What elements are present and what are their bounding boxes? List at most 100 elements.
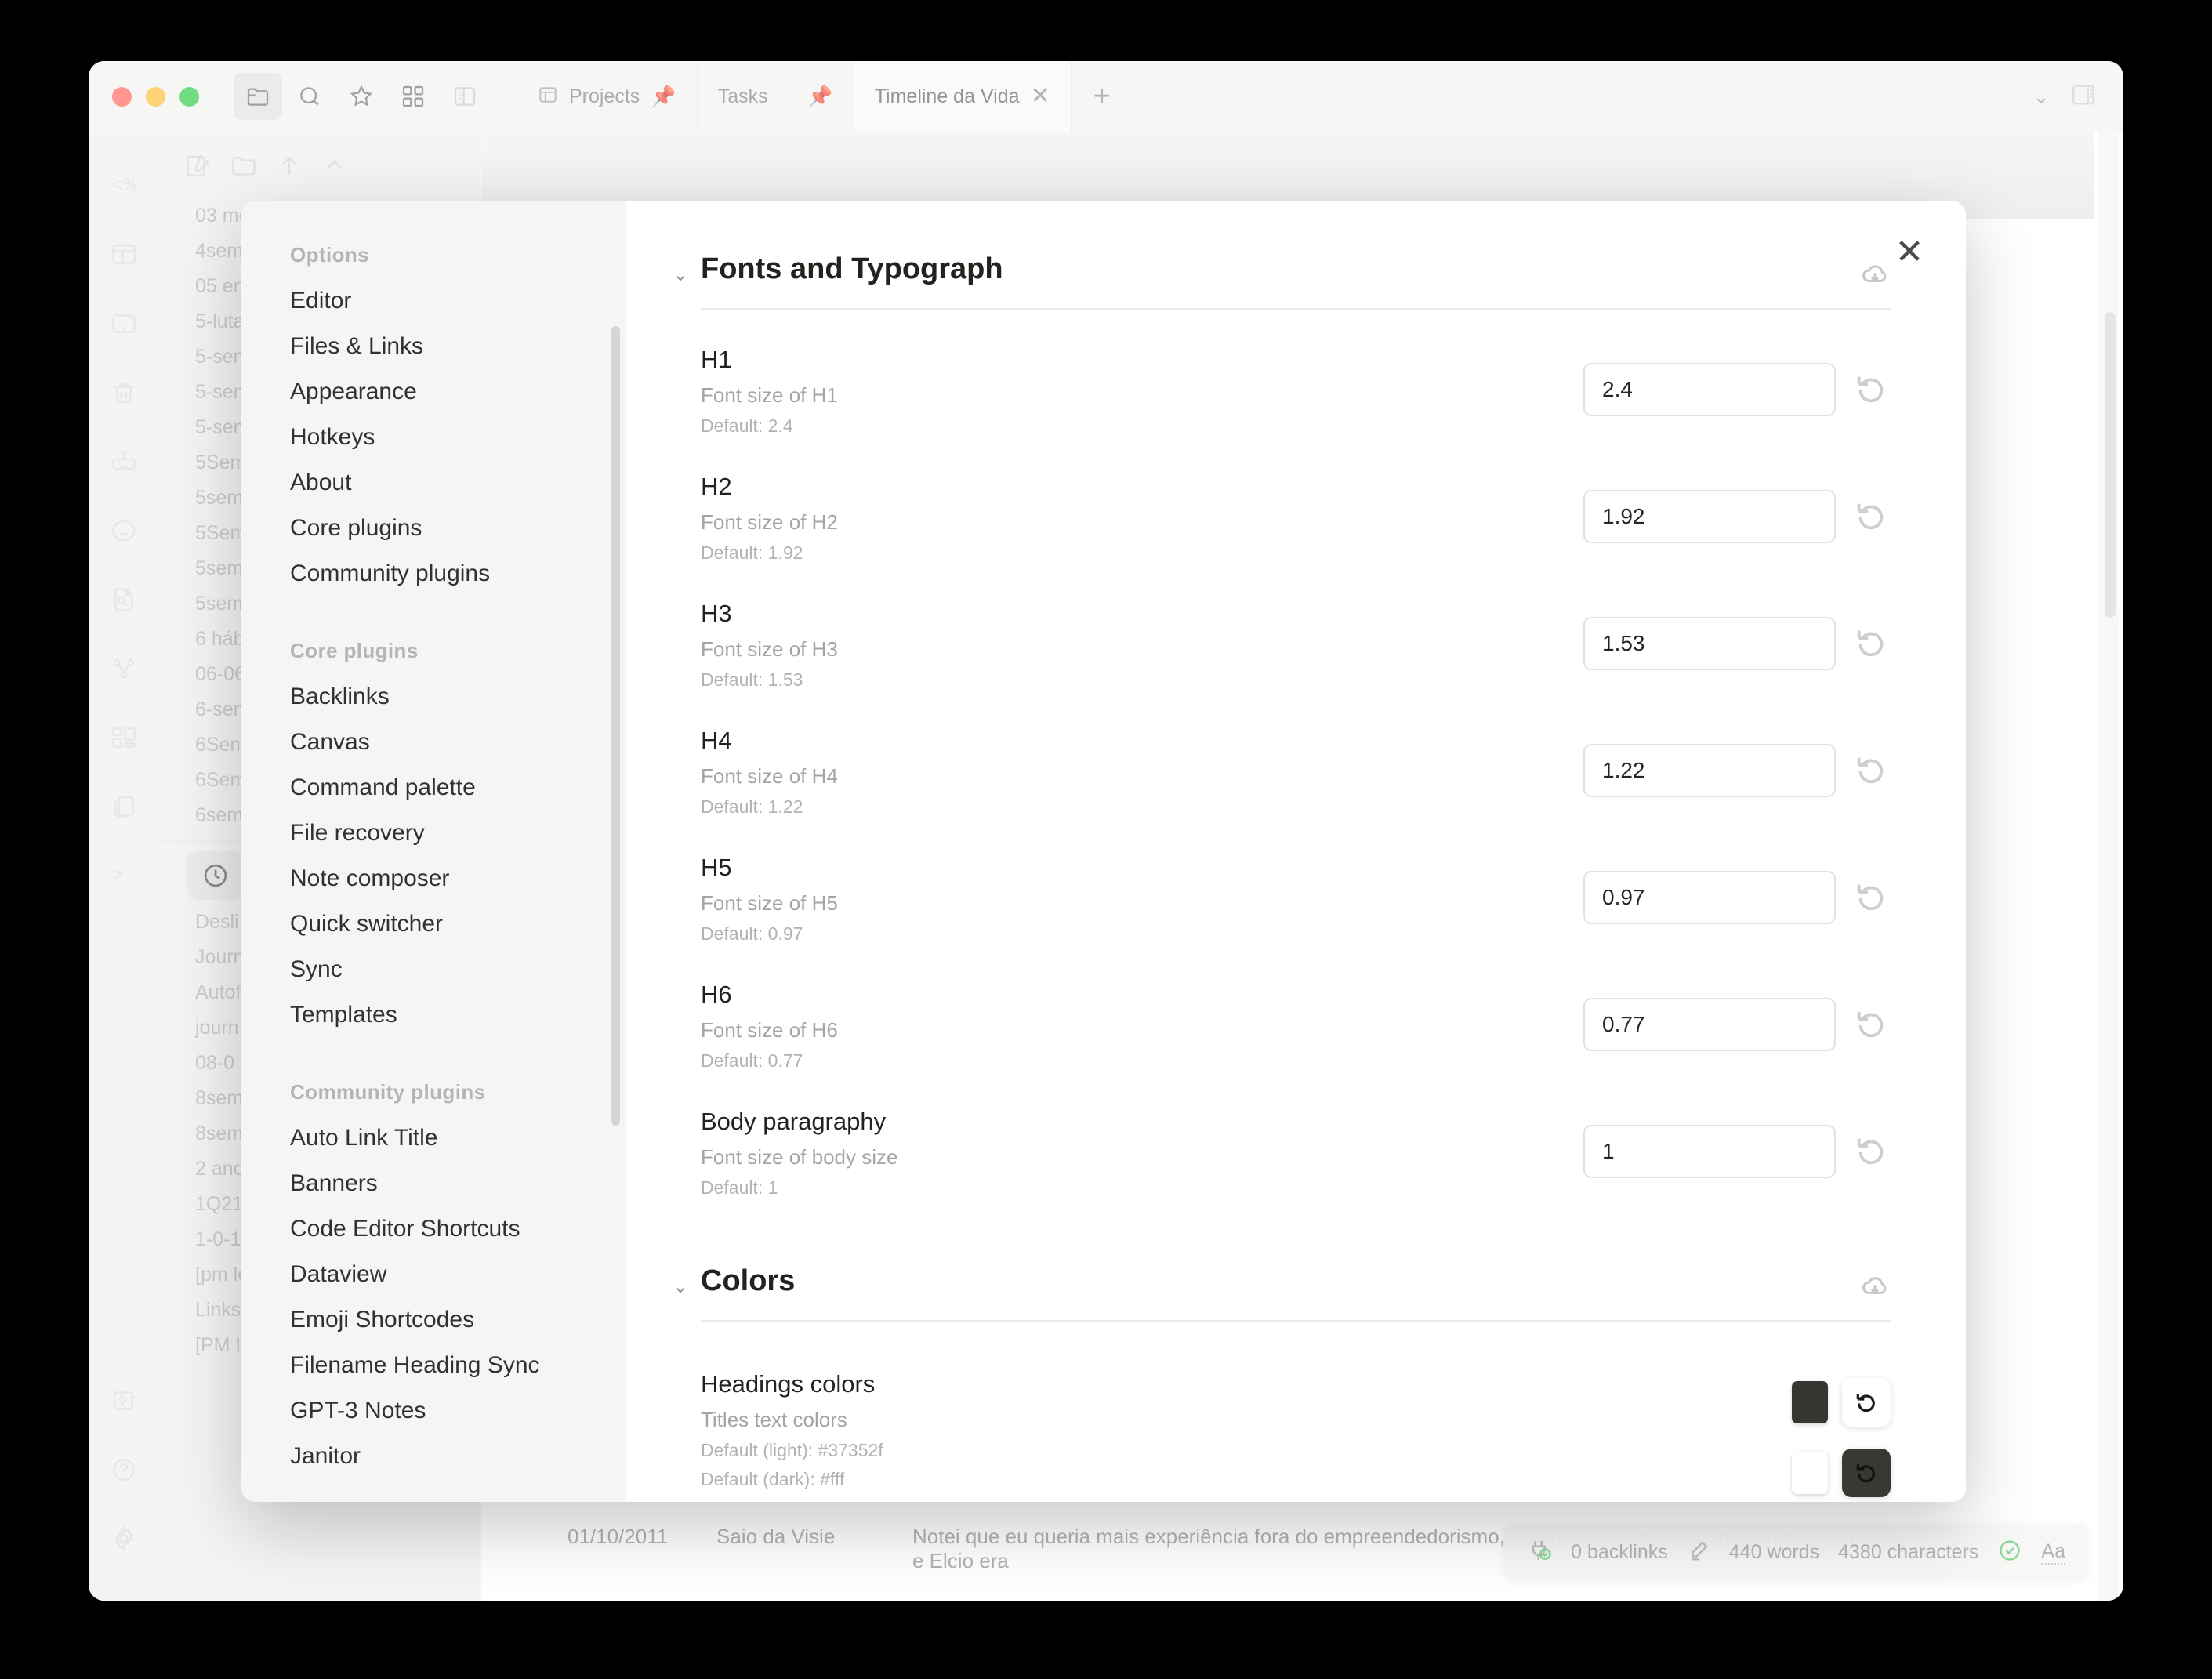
setting-row-h3: H3Font size of H3Default: 1.531.53 — [626, 564, 1966, 691]
chevron-down-icon[interactable]: ⌄ — [673, 263, 688, 286]
sidebar-item-about[interactable]: About — [241, 460, 626, 506]
sidebar-item-editor[interactable]: Editor — [241, 278, 626, 324]
settings-nav-scrollbar[interactable] — [611, 326, 620, 1126]
setting-info: H5Font size of H5Default: 0.97 — [701, 854, 1583, 945]
font-size-input[interactable]: 1.53 — [1583, 617, 1836, 670]
setting-info: H2Font size of H2Default: 1.92 — [701, 473, 1583, 564]
sidebar-item-gpt-3-notes[interactable]: GPT-3 Notes — [241, 1388, 626, 1434]
reset-icon[interactable] — [1853, 752, 1891, 789]
reset-icon[interactable] — [1853, 625, 1891, 662]
reset-icon[interactable] — [1853, 1006, 1891, 1043]
setting-description: Titles text colors — [701, 1408, 1792, 1432]
sidebar-item-filename-heading-sync[interactable]: Filename Heading Sync — [241, 1343, 626, 1388]
section-title: Fonts and Typograph — [701, 252, 1003, 286]
settings-modal: OptionsEditorFiles & LinksAppearanceHotk… — [241, 201, 1966, 1502]
sidebar-item-note-composer[interactable]: Note composer — [241, 856, 626, 901]
setting-control: 0.77 — [1583, 981, 1891, 1051]
setting-name: H1 — [701, 346, 1583, 374]
setting-info: H4 Font size of H4 Default: 1.22 — [701, 727, 1583, 818]
setting-name: H5 — [701, 854, 1583, 882]
sidebar-item-core-plugins[interactable]: Core plugins — [241, 506, 626, 551]
setting-default-dark: Default (dark): #fff — [701, 1469, 1792, 1490]
sidebar-item-janitor[interactable]: Janitor — [241, 1434, 626, 1479]
sidebar-item-appearance[interactable]: Appearance — [241, 369, 626, 415]
setting-name: Body paragraphy — [701, 1108, 1583, 1136]
font-settings-rows: H1Font size of H1Default: 2.42.4H2Font s… — [626, 310, 1966, 1199]
sidebar-item-canvas[interactable]: Canvas — [241, 720, 626, 765]
setting-name: H4 — [701, 727, 1583, 755]
nav-group-header: Core plugins — [241, 639, 626, 674]
settings-nav-list: OptionsEditorFiles & LinksAppearanceHotk… — [241, 243, 626, 1479]
setting-default: Default: 1.92 — [701, 542, 1583, 564]
sidebar-item-auto-link-title[interactable]: Auto Link Title — [241, 1115, 626, 1161]
cloud-reset-icon[interactable] — [1859, 1271, 1891, 1306]
setting-default: Default: 1.53 — [701, 669, 1583, 691]
headings-colors-info: Headings colors Titles text colors Defau… — [701, 1370, 1792, 1497]
setting-default-light: Default (light): #37352f — [701, 1440, 1792, 1461]
setting-description: Font size of H3 — [701, 637, 1583, 662]
sidebar-item-emoji-shortcodes[interactable]: Emoji Shortcodes — [241, 1297, 626, 1343]
setting-default: Default: 2.4 — [701, 415, 1583, 437]
sidebar-item-dataview[interactable]: Dataview — [241, 1252, 626, 1297]
setting-default: Default: 1 — [701, 1177, 1583, 1199]
setting-row-h4: H4 Font size of H4 Default: 1.221.22 — [626, 691, 1966, 818]
reset-icon[interactable] — [1853, 498, 1891, 535]
dark-color-control — [1792, 1449, 1891, 1497]
sidebar-item-code-editor-shortcuts[interactable]: Code Editor Shortcuts — [241, 1206, 626, 1252]
reset-icon[interactable] — [1853, 1133, 1891, 1170]
nav-group-header: Options — [241, 243, 626, 278]
setting-name: Headings colors — [701, 1370, 1792, 1398]
app-window: Projects 📌 Tasks 📌 Timeline da Vida ✕ + … — [89, 61, 2123, 1601]
reset-icon[interactable] — [1853, 879, 1891, 916]
font-size-input[interactable]: 1.22 — [1583, 744, 1836, 797]
section-title: Colors — [701, 1264, 795, 1298]
setting-row-body-paragraphy: Body paragraphyFont size of body sizeDef… — [626, 1072, 1966, 1199]
sidebar-item-files-links[interactable]: Files & Links — [241, 324, 626, 369]
section-header-colors[interactable]: ⌄ Colors — [626, 1264, 1966, 1298]
reset-icon[interactable] — [1853, 371, 1891, 408]
setting-default: Default: 1.22 — [701, 796, 1583, 818]
setting-control: 1 — [1583, 1108, 1891, 1178]
setting-description: Font size of H1 — [701, 383, 1583, 408]
reset-dark-color-button[interactable] — [1842, 1449, 1891, 1497]
setting-control: 1.53 — [1583, 600, 1891, 670]
light-color-swatch[interactable] — [1792, 1381, 1828, 1423]
setting-control: 0.97 — [1583, 854, 1891, 924]
sidebar-item-templates[interactable]: Templates — [241, 992, 626, 1038]
sidebar-item-sync[interactable]: Sync — [241, 947, 626, 992]
dark-color-swatch[interactable] — [1792, 1452, 1828, 1494]
font-size-input[interactable]: 1 — [1583, 1125, 1836, 1178]
sidebar-item-hotkeys[interactable]: Hotkeys — [241, 415, 626, 460]
setting-row-h2: H2Font size of H2Default: 1.921.92 — [626, 437, 1966, 564]
font-size-input[interactable]: 1.92 — [1583, 490, 1836, 543]
setting-default: Default: 0.97 — [701, 923, 1583, 945]
font-size-input[interactable]: 2.4 — [1583, 363, 1836, 416]
setting-control: 2.4 — [1583, 346, 1891, 416]
section-header-fonts[interactable]: ⌄ Fonts and Typograph — [626, 252, 1966, 286]
setting-description: Font size of H4 — [701, 764, 1583, 789]
chevron-down-icon[interactable]: ⌄ — [673, 1275, 688, 1298]
sidebar-item-banners[interactable]: Banners — [241, 1161, 626, 1206]
setting-name: H6 — [701, 981, 1583, 1009]
sidebar-item-quick-switcher[interactable]: Quick switcher — [241, 901, 626, 947]
light-color-control — [1792, 1378, 1891, 1427]
setting-row-h5: H5Font size of H5Default: 0.970.97 — [626, 818, 1966, 945]
font-size-input[interactable]: 0.77 — [1583, 998, 1836, 1051]
setting-description: Font size of H2 — [701, 510, 1583, 535]
sidebar-item-file-recovery[interactable]: File recovery — [241, 810, 626, 856]
setting-row-h6: H6Font size of H6Default: 0.770.77 — [626, 945, 1966, 1072]
reset-light-color-button[interactable] — [1842, 1378, 1891, 1427]
sidebar-item-backlinks[interactable]: Backlinks — [241, 674, 626, 720]
headings-colors-row: Headings colors Titles text colors Defau… — [626, 1322, 1966, 1497]
setting-info: H1 Font size of H1 Default: 2.4 — [701, 346, 1583, 437]
settings-content: ✕ ⌄ Fonts and Typograph H1Font size of H… — [626, 201, 1966, 1502]
font-size-input[interactable]: 0.97 — [1583, 871, 1836, 924]
sidebar-item-command-palette[interactable]: Command palette — [241, 765, 626, 810]
color-swatch-group — [1792, 1370, 1891, 1497]
setting-control: 1.92 — [1583, 473, 1891, 543]
sidebar-item-community-plugins[interactable]: Community plugins — [241, 551, 626, 597]
nav-group-gap — [241, 597, 626, 639]
setting-description: Font size of H6 — [701, 1018, 1583, 1043]
setting-info: H3Font size of H3Default: 1.53 — [701, 600, 1583, 691]
cloud-reset-icon[interactable] — [1859, 259, 1891, 294]
